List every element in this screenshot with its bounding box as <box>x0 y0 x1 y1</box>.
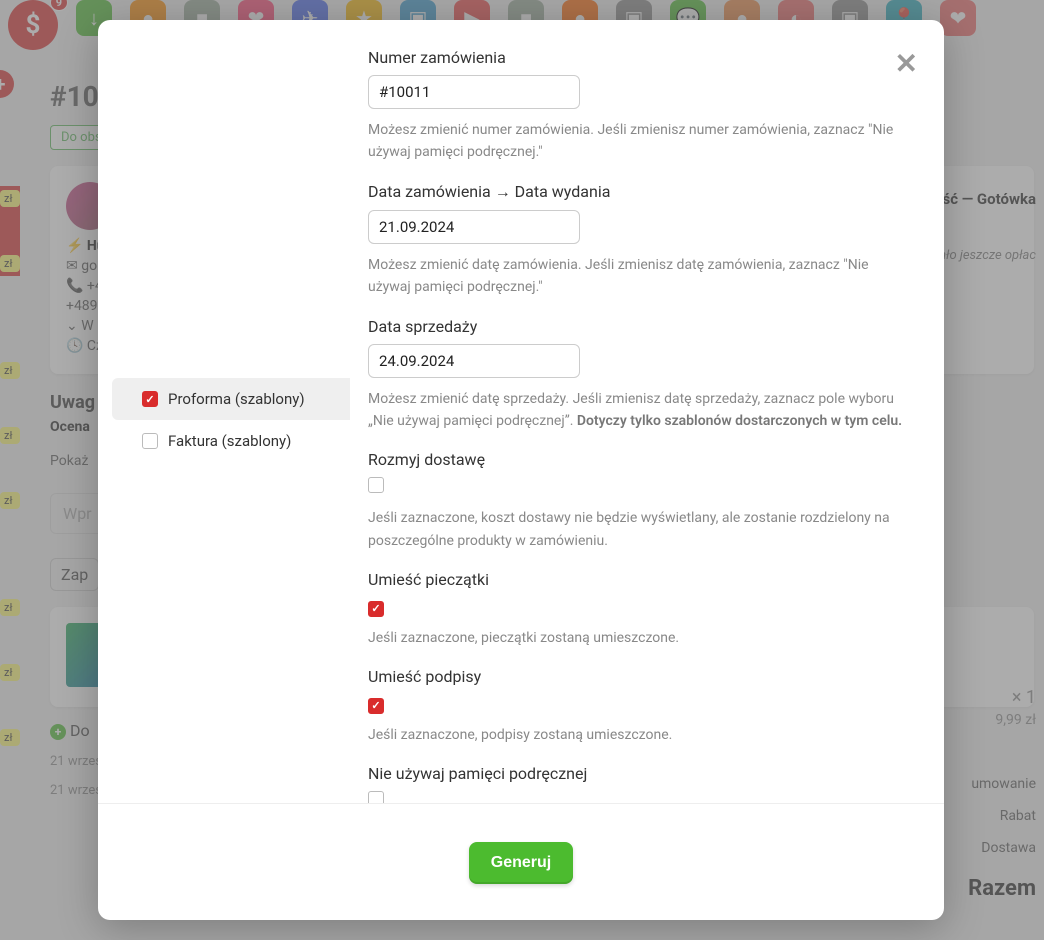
help-text: Jeśli zaznaczone, koszt dostawy nie będz… <box>368 507 906 552</box>
generate-button[interactable]: Generuj <box>469 842 573 884</box>
help-text: Możesz zmienić datę zamówienia. Jeśli zm… <box>368 254 906 299</box>
field-label: Data zamówienia → Data wydania <box>368 182 906 202</box>
checkbox-icon[interactable]: ✓ <box>142 391 158 407</box>
no-cache-checkbox[interactable] <box>368 791 384 803</box>
modal-footer: Generuj <box>98 803 944 920</box>
field-sale-date: Data sprzedaży Możesz zmienić datę sprze… <box>368 317 906 433</box>
field-order-date: Data zamówienia → Data wydania Możesz zm… <box>368 182 906 299</box>
field-no-cache: Nie używaj pamięci podręcznej Jeśli zazn… <box>368 764 906 803</box>
blur-delivery-checkbox[interactable] <box>368 477 384 493</box>
field-place-signatures: Umieść podpisy ✓ Jeśli zaznaczone, podpi… <box>368 667 906 746</box>
sidebar-item-label: Proforma (szablony) <box>168 390 305 408</box>
generate-document-modal: ✕ ✓ Proforma (szablony) Faktura (szablon… <box>98 20 944 920</box>
field-label: Umieść pieczątki <box>368 570 906 589</box>
order-date-input[interactable] <box>368 210 580 244</box>
help-text: Jeśli zaznaczone, pieczątki zostaną umie… <box>368 627 906 649</box>
order-number-input[interactable] <box>368 75 580 109</box>
help-text: Jeśli zaznaczone, podpisy zostaną umiesz… <box>368 724 906 746</box>
sidebar-item-label: Faktura (szablony) <box>168 432 291 450</box>
modal-sidebar: ✓ Proforma (szablony) Faktura (szablony) <box>98 48 350 803</box>
close-icon[interactable]: ✕ <box>895 50 918 78</box>
field-label: Numer zamówienia <box>368 48 906 67</box>
sidebar-item-faktura[interactable]: Faktura (szablony) <box>112 420 350 462</box>
field-place-stamps: Umieść pieczątki ✓ Jeśli zaznaczone, pie… <box>368 570 906 649</box>
modal-body: ✓ Proforma (szablony) Faktura (szablony)… <box>98 20 944 803</box>
place-stamps-checkbox[interactable]: ✓ <box>368 601 384 617</box>
checkbox-icon[interactable] <box>142 433 158 449</box>
help-text: Możesz zmienić datę sprzedaży. Jeśli zmi… <box>368 388 906 433</box>
field-blur-delivery: Rozmyj dostawę Jeśli zaznaczone, koszt d… <box>368 450 906 552</box>
help-text: Możesz zmienić numer zamówienia. Jeśli z… <box>368 119 906 164</box>
field-order-number: Numer zamówienia Możesz zmienić numer za… <box>368 48 906 164</box>
field-label: Rozmyj dostawę <box>368 450 906 469</box>
field-label: Umieść podpisy <box>368 667 906 686</box>
field-label: Nie używaj pamięci podręcznej <box>368 764 906 783</box>
sidebar-item-proforma[interactable]: ✓ Proforma (szablony) <box>112 378 350 420</box>
modal-content: Numer zamówienia Możesz zmienić numer za… <box>350 48 944 803</box>
field-label: Data sprzedaży <box>368 317 906 336</box>
sale-date-input[interactable] <box>368 344 580 378</box>
place-signatures-checkbox[interactable]: ✓ <box>368 698 384 714</box>
